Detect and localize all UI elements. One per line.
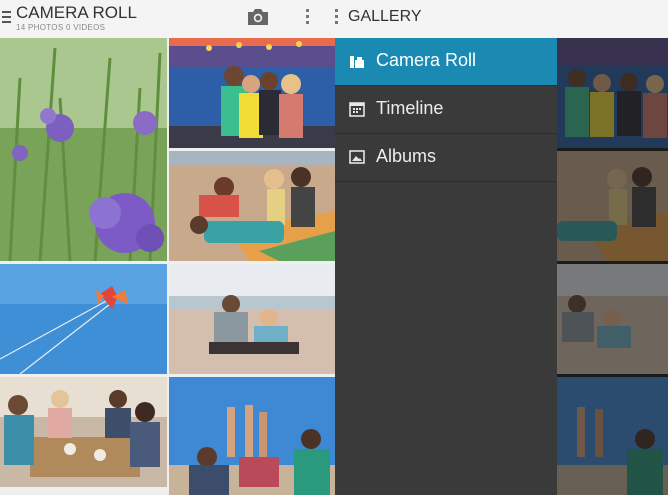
navigation-drawer: GALLERY Camera Roll Timeline Albums: [335, 0, 557, 495]
drawer-item-label: Timeline: [376, 98, 444, 118]
photo-thumbnail[interactable]: [169, 264, 335, 374]
calendar-icon: [349, 101, 365, 117]
page-title: CAMERA ROLL: [16, 3, 137, 22]
photo-thumbnail[interactable]: [169, 151, 335, 261]
camera-roll-pane: CAMERA ROLL 14 PHOTOS 0 VIDEOS: [0, 0, 335, 495]
photo-thumbnail: [557, 377, 668, 495]
drawer-item-label: Albums: [376, 146, 437, 166]
photo-thumbnail[interactable]: [169, 38, 335, 148]
drawer-item-albums[interactable]: Albums: [335, 134, 557, 182]
camera-icon[interactable]: [246, 7, 270, 27]
photo-thumbnail[interactable]: [0, 377, 167, 487]
menu-icon[interactable]: [2, 11, 11, 23]
photo-thumbnail: [557, 151, 668, 261]
photo-thumbnail[interactable]: [169, 377, 335, 495]
drawer-handle-icon[interactable]: [335, 9, 339, 27]
drawer-header: GALLERY: [335, 0, 557, 38]
photo-thumbnail: [557, 38, 668, 148]
image-icon: [349, 149, 365, 165]
drawer-item-label: Camera Roll: [376, 50, 477, 70]
dimmed-action-bar: [557, 0, 668, 38]
photo-count: 14 PHOTOS 0 VIDEOS: [16, 23, 106, 32]
photo-thumbnail: [557, 264, 668, 374]
dimmed-content-overlay[interactable]: [557, 0, 668, 495]
overflow-menu-icon[interactable]: [306, 9, 310, 27]
camera-roll-icon: [349, 53, 365, 69]
action-bar: CAMERA ROLL 14 PHOTOS 0 VIDEOS: [0, 0, 335, 38]
drawer-item-timeline[interactable]: Timeline: [335, 86, 557, 134]
photo-thumbnail[interactable]: [0, 264, 167, 374]
photo-thumbnail[interactable]: [0, 38, 167, 261]
drawer-item-camera-roll[interactable]: Camera Roll: [335, 38, 557, 86]
photo-grid: [0, 38, 335, 495]
drawer-title: GALLERY: [348, 8, 422, 25]
